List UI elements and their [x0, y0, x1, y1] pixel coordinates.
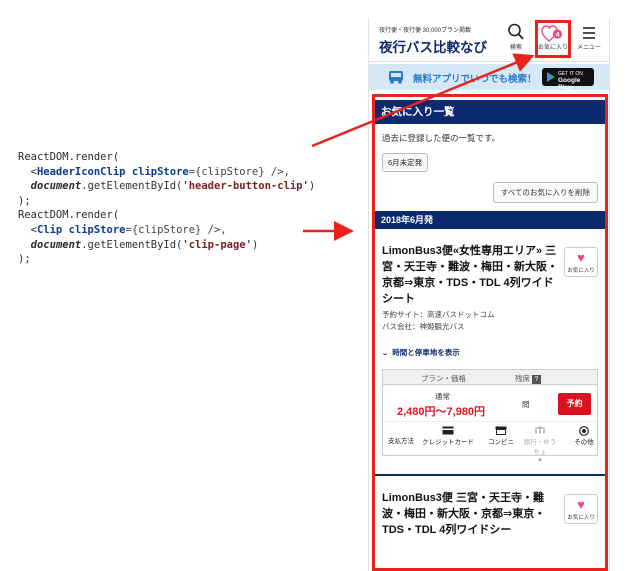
price-range: 2,480円〜7,980円: [397, 406, 486, 418]
site-logo[interactable]: 夜行バス比較なび: [379, 36, 487, 56]
hamburger-icon: [573, 22, 605, 44]
seat-header: 残席?: [515, 373, 541, 384]
show-stops-toggle[interactable]: ⌄ 時間と停車地を表示: [381, 347, 598, 358]
code-token: ={clipStore} />,: [188, 165, 290, 178]
header-menu-button[interactable]: メニュー: [573, 22, 605, 56]
heart-icon: ♥: [577, 497, 585, 512]
show-stops-label: 時間と停車地を表示: [392, 348, 460, 357]
card-fav-label: お気に入り: [567, 515, 595, 521]
search-label: 検索: [509, 45, 522, 51]
price-header: プラン・価格: [421, 374, 466, 383]
payment-other: その他: [571, 426, 597, 446]
code-token: ={clipStore} />,: [125, 223, 227, 236]
month-header: 2018年6月発: [375, 211, 605, 229]
chevron-down-icon: ⌄: [381, 348, 390, 357]
clip-page: お気に入り一覧 過去に登録した便の一覧です。 6月未定発 すべてのお気に入りを削…: [372, 94, 608, 571]
code-line: );: [18, 252, 315, 267]
clip-page-title: お気に入り一覧: [375, 100, 605, 124]
booking-site: 予約サイト：高速バスドットコム: [382, 310, 495, 319]
code-token: <: [18, 165, 37, 178]
site-header: 夜行便・夜行便 30,000プラン掲載 夜行バス比較なび 検索 4 お気に入り …: [369, 18, 609, 62]
heart-icon: ♥: [577, 250, 585, 265]
code-token: );: [18, 194, 31, 207]
card-fav-label: お気に入り: [567, 268, 595, 274]
code-token: 'header-button-clip': [182, 180, 309, 193]
payment-bank: 銀行・ゆうちょ ▲: [523, 426, 557, 463]
code-token: 'clip-page': [182, 238, 252, 251]
book-button[interactable]: 予約: [558, 393, 591, 415]
code-token: document: [30, 180, 82, 193]
plan-name: 通常: [435, 392, 450, 401]
code-line: document.getElementById('header-button-c…: [18, 179, 316, 194]
bus-card: LimonBus3便 三宮・天王寺・難波・梅田・新大阪・京都⇒東京・TDS・TD…: [375, 490, 605, 538]
price-table-header: プラン・価格 残席?: [383, 370, 597, 385]
bus-company: バス会社：神姫観光バス: [382, 322, 465, 331]
code-line: );: [18, 194, 315, 209]
code-token: clipStore: [131, 165, 189, 178]
play-store-icon: [546, 72, 556, 84]
delete-all-button[interactable]: すべてのお気に入りを削除: [492, 182, 598, 203]
mobile-page: 夜行便・夜行便 30,000プラン掲載 夜行バス比較なび 検索 4 お気に入り …: [368, 18, 610, 571]
header-button-clip[interactable]: 4 お気に入り: [535, 20, 571, 58]
code-token: );: [18, 253, 31, 266]
code-line: ReactDOM.render(: [18, 150, 315, 165]
bus-card: LimonBus3便«女性専用エリア» 三宮・天王寺・難波・梅田・新大阪・京都⇒…: [375, 243, 605, 463]
payment-methods: 支払方法 クレジットカード コンビニ 銀行・ゆうちょ ▲ その他: [383, 421, 597, 463]
month-filter-button[interactable]: 6月未定発: [382, 153, 429, 172]
site-tagline: 夜行便・夜行便 30,000プラン掲載: [379, 28, 472, 34]
price-row: 通常 2,480円〜7,980円 問 予約: [383, 385, 597, 421]
code-line: <Clip clipStore={clipStore} />,: [18, 223, 315, 238]
code-token: .getElementById(: [81, 180, 183, 193]
help-icon[interactable]: ?: [532, 375, 541, 384]
app-banner[interactable]: 無料アプリでいつでも検索！ GET IT ON Google Play: [369, 64, 609, 91]
payment-convenience-store: コンビニ: [483, 426, 519, 446]
search-icon: [500, 22, 532, 44]
code-token: ): [308, 180, 316, 193]
card-fav-button[interactable]: ♥ お気に入り: [564, 247, 598, 277]
code-snippet: ReactDOM.render( <HeaderIconClip clipSto…: [18, 150, 315, 267]
code-token: Clip: [36, 223, 63, 236]
bank-icon: [523, 426, 557, 436]
convenience-store-icon: [483, 426, 519, 436]
code-token: ): [251, 238, 259, 251]
heart-icon: 4: [538, 24, 568, 44]
bus-icon: [387, 70, 405, 90]
code-token: ReactDOM.render(: [18, 209, 120, 222]
price-table: プラン・価格 残席? 通常 2,480円〜7,980円 問 予約 支払方法 クレ…: [382, 369, 598, 463]
code-token: document: [30, 238, 82, 251]
code-token: .getElementById(: [81, 238, 183, 251]
store-line2: Google Play: [558, 77, 581, 91]
divider: [375, 474, 605, 476]
fav-label: お気に入り: [538, 45, 569, 51]
code-line: <HeaderIconClip clipStore={clipStore} />…: [18, 165, 315, 180]
payment-label: 支払方法: [388, 438, 414, 445]
bus-title[interactable]: LimonBus3便«女性専用エリア» 三宮・天王寺・難波・梅田・新大阪・京都⇒…: [382, 243, 558, 307]
app-banner-text: 無料アプリでいつでも検索！: [413, 74, 537, 85]
seat-status: 問: [522, 400, 530, 409]
credit-card-icon: [419, 426, 477, 436]
code-token: ReactDOM.render(: [18, 151, 120, 163]
code-token: clipStore: [68, 223, 126, 236]
code-token: HeaderIconClip: [36, 165, 126, 178]
code-token: <: [18, 223, 37, 236]
header-search-button[interactable]: 検索: [500, 22, 532, 56]
card-fav-button[interactable]: ♥ お気に入り: [564, 494, 598, 524]
clip-intro-text: 過去に登録した便の一覧です。: [382, 133, 501, 143]
other-payment-icon: [571, 426, 597, 436]
bus-title[interactable]: LimonBus3便 三宮・天王寺・難波・梅田・新大阪・京都⇒東京・TDS・TD…: [382, 490, 558, 538]
google-play-badge[interactable]: GET IT ON Google Play: [542, 68, 594, 91]
payment-credit-card: クレジットカード: [419, 426, 477, 446]
code-line: document.getElementById('clip-page'): [18, 238, 315, 253]
fav-count-badge: 4: [556, 31, 560, 38]
code-line: ReactDOM.render(: [18, 208, 315, 223]
menu-label: メニュー: [576, 45, 601, 51]
